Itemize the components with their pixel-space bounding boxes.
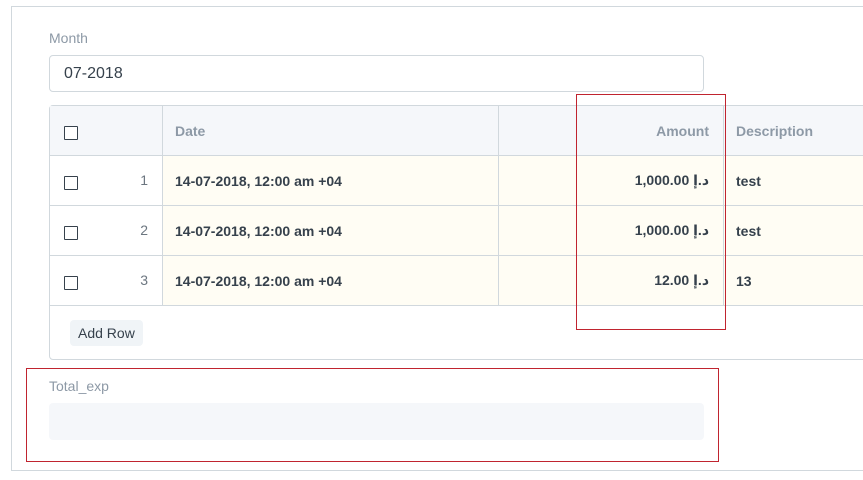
amount-annotation-box [576,94,726,330]
cell-date[interactable]: 14-07-2018, 12:00 am +04 [163,156,499,205]
row-select-cell: 2 [50,206,163,255]
header-select-cell [50,106,163,155]
row-number: 2 [140,222,148,238]
column-header-date[interactable]: Date [163,106,499,155]
row-number: 3 [140,272,148,288]
cell-date[interactable]: 14-07-2018, 12:00 am +04 [163,206,499,255]
cell-description[interactable]: test [724,156,863,205]
column-header-description[interactable]: Description [724,106,863,155]
cell-description[interactable]: test [724,206,863,255]
row-checkbox[interactable] [64,276,78,290]
cell-date[interactable]: 14-07-2018, 12:00 am +04 [163,256,499,305]
add-row-button[interactable]: Add Row [70,320,143,346]
row-select-cell: 3 [50,256,163,305]
row-checkbox[interactable] [64,226,78,240]
row-number: 1 [140,172,148,188]
month-label: Month [49,30,88,46]
row-checkbox[interactable] [64,176,78,190]
table-row[interactable]: 1 14-07-2018, 12:00 am +04 د.إ 1,000.00 … [50,156,863,206]
table-header: Date Amount Description [50,106,863,156]
month-input[interactable]: 07-2018 [49,55,704,92]
total-annotation-box [26,368,719,462]
select-all-checkbox[interactable] [64,126,78,140]
table-row[interactable]: 3 14-07-2018, 12:00 am +04 د.إ 12.00 13 [50,256,863,306]
table-row[interactable]: 2 14-07-2018, 12:00 am +04 د.إ 1,000.00 … [50,206,863,256]
expense-table: Date Amount Description 1 14-07-2018, 12… [49,105,863,360]
row-select-cell: 1 [50,156,163,205]
cell-description[interactable]: 13 [724,256,863,305]
